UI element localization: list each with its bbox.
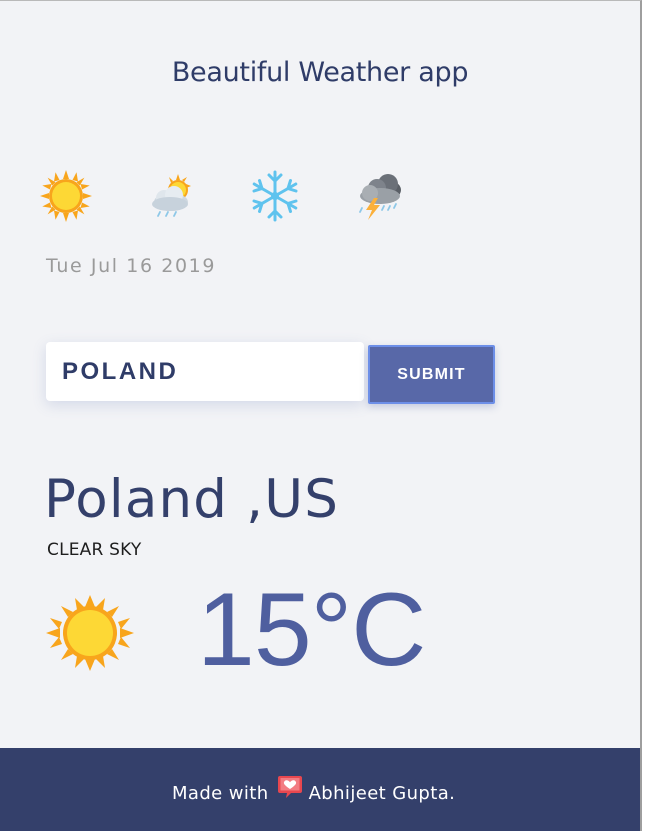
- speech-heart-icon: [277, 774, 303, 800]
- weather-condition: CLEAR SKY: [47, 540, 142, 560]
- current-date: Tue Jul 16 2019: [46, 255, 217, 277]
- sun-icon: [38, 168, 94, 224]
- temperature-value: 15°C: [197, 572, 426, 688]
- footer-author[interactable]: Abhijeet Gupta.: [309, 783, 456, 804]
- snowflake-icon: [247, 168, 303, 224]
- footer-credit: Made with Abhijeet Gupta.: [172, 776, 456, 806]
- submit-button[interactable]: SUBMIT: [368, 345, 495, 404]
- footer: Made with Abhijeet Gupta.: [0, 748, 640, 831]
- city-name: Poland ,US: [44, 469, 340, 530]
- weather-app: Beautiful Weather app Tue Jul 16 2019 PO…: [0, 0, 642, 831]
- footer-made-with-text: Made with: [172, 782, 269, 804]
- partly-cloudy-icon: [142, 168, 198, 224]
- weather-icons-row: [38, 168, 418, 224]
- sun-icon: [44, 593, 136, 673]
- app-title: Beautiful Weather app: [171, 57, 469, 88]
- city-search-input[interactable]: [46, 342, 364, 401]
- thunderstorm-icon: [352, 168, 408, 224]
